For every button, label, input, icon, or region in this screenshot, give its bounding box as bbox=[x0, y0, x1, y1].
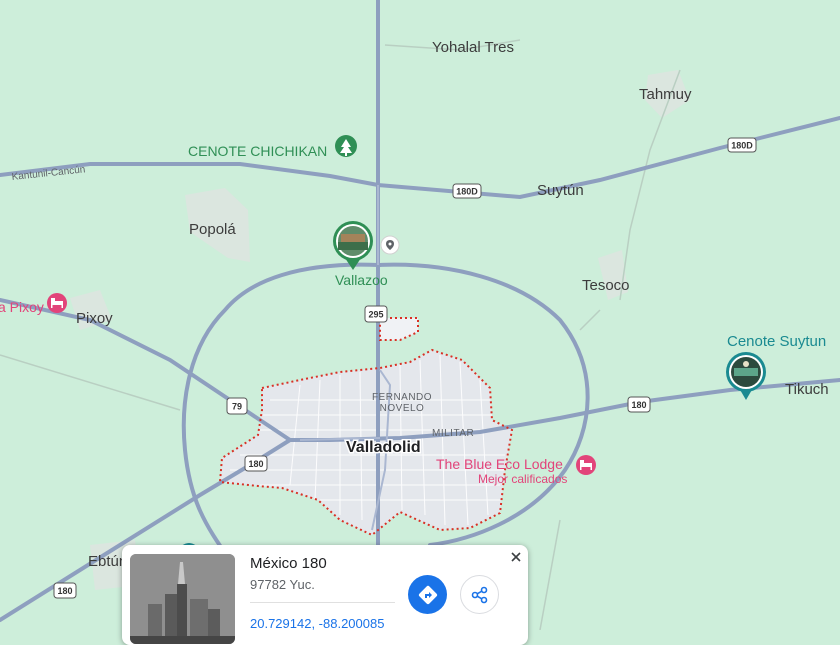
place-tesoco[interactable]: Tesoco bbox=[582, 277, 630, 294]
card-divider bbox=[250, 602, 395, 603]
svg-text:180: 180 bbox=[57, 586, 72, 596]
shield-180d-a: 180D bbox=[452, 183, 482, 199]
bed-icon[interactable] bbox=[47, 293, 67, 313]
place-suytun[interactable]: Suytún bbox=[537, 182, 584, 199]
poi-cenote-suytun-label[interactable]: Cenote Suytun bbox=[727, 333, 826, 350]
place-photo[interactable] bbox=[130, 554, 235, 644]
place-info-card[interactable]: México 180 97782 Yuc. 20.729142, -88.200… bbox=[122, 545, 528, 645]
svg-text:79: 79 bbox=[232, 402, 242, 412]
svg-text:295: 295 bbox=[368, 310, 383, 320]
poi-pixoy-label[interactable]: a Pixoy bbox=[0, 299, 44, 315]
close-button[interactable] bbox=[507, 548, 525, 566]
share-button[interactable] bbox=[460, 575, 499, 614]
shield-295: 295 bbox=[364, 305, 388, 323]
tree-icon[interactable] bbox=[335, 135, 357, 157]
bed-icon[interactable] bbox=[576, 455, 596, 475]
directions-icon bbox=[418, 585, 437, 604]
shield-180d-b: 180D bbox=[727, 137, 757, 153]
share-icon bbox=[471, 586, 487, 603]
shield-79: 79 bbox=[226, 397, 248, 415]
location-pin-icon[interactable] bbox=[380, 235, 400, 255]
directions-button[interactable] bbox=[408, 575, 447, 614]
shield-180-b: 180 bbox=[627, 396, 651, 413]
city-valladolid[interactable]: Valladolid bbox=[345, 438, 423, 458]
poi-blue-eco-lodge-rating: Mejor calificados bbox=[478, 472, 567, 486]
neighborhood-novelo: NOVELO bbox=[380, 403, 425, 414]
close-icon bbox=[511, 552, 521, 562]
place-coordinates[interactable]: 20.729142, -88.200085 bbox=[250, 616, 384, 631]
poi-blue-eco-lodge-label[interactable]: The Blue Eco Lodge bbox=[436, 456, 563, 472]
svg-text:180D: 180D bbox=[456, 187, 478, 197]
place-tahmuy[interactable]: Tahmuy bbox=[639, 86, 692, 103]
neighborhood-fernando: FERNANDO bbox=[372, 392, 432, 403]
place-popola[interactable]: Popolá bbox=[189, 221, 236, 238]
place-address: 97782 Yuc. bbox=[250, 577, 315, 592]
poi-vallazoo-label[interactable]: Vallazoo bbox=[335, 272, 388, 288]
shield-180-c: 180 bbox=[53, 582, 77, 599]
svg-text:180D: 180D bbox=[731, 141, 753, 151]
place-pixoy[interactable]: Pixoy bbox=[76, 310, 113, 327]
shield-180-a: 180 bbox=[244, 455, 268, 472]
place-tikuch[interactable]: Tikuch bbox=[785, 381, 829, 398]
building-illustration bbox=[130, 554, 235, 644]
map-canvas[interactable]: 180D 180D 295 79 180 180 180 Kantunil-Ca… bbox=[0, 0, 840, 630]
svg-text:180: 180 bbox=[631, 400, 646, 410]
place-title: México 180 bbox=[250, 555, 327, 572]
place-yohalal-tres[interactable]: Yohalal Tres bbox=[432, 39, 514, 56]
neighborhood-militar: MILITAR bbox=[432, 428, 474, 439]
svg-text:180: 180 bbox=[248, 459, 263, 469]
poi-cenote-chichikan-label[interactable]: CENOTE CHICHIKAN bbox=[188, 143, 327, 159]
